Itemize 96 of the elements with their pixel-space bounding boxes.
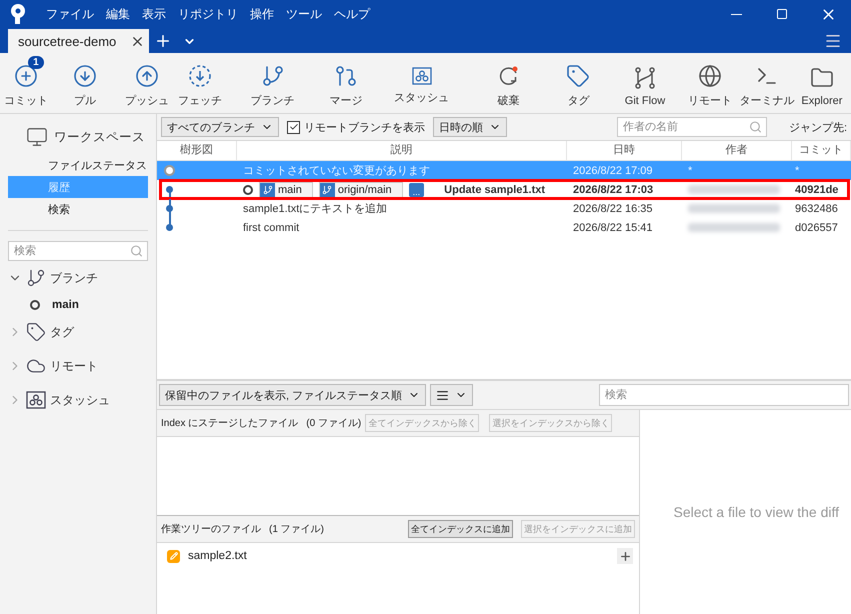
current-branch-icon — [30, 300, 40, 310]
menu-item[interactable]: 編集 — [100, 6, 136, 22]
count-badge: 1 — [28, 56, 44, 69]
app-logo — [8, 3, 28, 25]
file-view-dropdown[interactable]: 保留中のファイルを表示, ファイルステータス順 — [159, 384, 426, 406]
branch-icon — [26, 268, 46, 288]
stage-file-button[interactable] — [617, 548, 633, 564]
branch-label: origin/main — [318, 182, 403, 198]
toolbar-button[interactable]: フェッチ — [174, 56, 226, 110]
git-flow-icon — [632, 66, 657, 90]
plus-circle-icon — [14, 64, 38, 88]
stash-icon — [412, 67, 432, 85]
repo-tab[interactable]: sourcetree-demo — [8, 29, 150, 53]
column-header: 樹形図 — [157, 141, 237, 160]
date-cell-text: 2026/8/22 17:09 — [572, 164, 654, 176]
toolbar-button[interactable]: リモート — [680, 56, 739, 110]
menu-item[interactable]: リポジトリ — [172, 6, 244, 22]
commit-hash: d026557 — [794, 222, 839, 234]
menu-item[interactable]: 操作 — [244, 6, 280, 22]
folder-icon — [810, 66, 834, 90]
dashed-download-icon — [188, 64, 212, 88]
sidebar-item[interactable]: main — [8, 295, 148, 315]
branch-icon — [260, 64, 285, 88]
checkbox[interactable] — [287, 120, 300, 134]
commit-hash: * — [794, 164, 800, 176]
tag-icon — [566, 64, 590, 88]
date-cell-text: 2026/8/22 15:41 — [572, 222, 654, 234]
menu-item[interactable]: ファイル — [40, 6, 100, 22]
toolbar-button[interactable]: タグ — [547, 56, 610, 110]
file-count: (1 ファイル) — [269, 523, 324, 536]
plus-icon — [618, 550, 632, 562]
list-mode-dropdown[interactable] — [430, 384, 474, 406]
jump-label: ジャンプ先: — [788, 120, 847, 134]
toolbar-button[interactable]: 破棄 — [470, 56, 548, 110]
toolbar-button[interactable]: プッシュ — [120, 56, 174, 110]
date-cell-text: 2026/8/22 16:35 — [572, 202, 654, 214]
section-title: 作業ツリーのファイル — [161, 522, 261, 536]
toolbar-button[interactable]: 1 コミット — [2, 56, 50, 110]
file-name[interactable]: sample2.txt — [188, 550, 609, 562]
author-search-field[interactable]: 作者の名前 — [616, 117, 767, 137]
section-title: Index にステージしたファイル — [161, 417, 298, 430]
commit-message: first commit — [243, 222, 300, 234]
column-header: コミット — [792, 141, 851, 160]
sort-order-dropdown[interactable]: 日時の順 — [433, 117, 507, 137]
search-icon — [748, 120, 762, 134]
checkbox-label: リモートブランチを表示 — [304, 120, 425, 134]
toolbar-button[interactable]: Git Flow — [609, 58, 681, 108]
date-cell-text: 2026/8/22 17:03 — [572, 184, 654, 196]
commit-hash: 40921de — [794, 184, 840, 196]
commit-hash: 9632486 — [794, 202, 839, 214]
list-icon — [436, 388, 450, 402]
author-cell: * — [688, 164, 692, 176]
diff-placeholder: Select a file to view the diff — [674, 504, 840, 520]
branch-label: main — [259, 182, 313, 198]
branch-icon — [322, 184, 332, 194]
toolbar-button[interactable]: ターミナル — [738, 56, 795, 110]
menu-icon — [824, 32, 842, 50]
branch-filter-dropdown[interactable]: すべてのブランチ — [161, 117, 279, 137]
sidebar-item[interactable]: ファイルステータス — [8, 154, 148, 176]
commit-message: Update sample1.txt — [444, 184, 546, 196]
search-field[interactable]: 検索 — [8, 241, 148, 261]
column-header: 日時 — [567, 141, 682, 160]
maximize-icon — [776, 8, 788, 20]
file-count: (0 ファイル) — [306, 417, 362, 430]
sidebar-section[interactable]: リモート — [8, 349, 148, 383]
workspace-heading: ワークスペース — [8, 122, 148, 154]
sidebar-section[interactable]: タグ — [8, 315, 148, 349]
sidebar-section[interactable]: スタッシュ — [8, 383, 148, 417]
branch-icon — [262, 184, 272, 194]
menu-item[interactable]: 表示 — [136, 6, 172, 22]
stash-icon — [26, 391, 46, 409]
more-refs-tag: ... — [408, 182, 424, 196]
toolbar-button[interactable]: Explorer — [794, 58, 849, 108]
sidebar-item[interactable]: 検索 — [8, 198, 148, 220]
toolbar-button[interactable]: マージ — [319, 56, 374, 110]
monitor-icon — [26, 126, 48, 148]
file-search-field[interactable]: 検索 — [599, 384, 849, 406]
column-header: 説明 — [237, 141, 567, 160]
merge-icon — [334, 64, 358, 88]
search-icon — [130, 244, 143, 258]
toolbar-button[interactable]: プル — [50, 56, 120, 110]
toolbar-button[interactable]: ブランチ — [226, 56, 320, 110]
check-icon — [288, 122, 298, 132]
menu-item[interactable]: ツール — [280, 6, 328, 22]
commit-row[interactable]: sample1.txtにテキストを追加 2026/8/22 16:35 9632486 — [157, 199, 851, 218]
commit-row[interactable]: first commit 2026/8/22 15:41 d026557 — [157, 218, 851, 237]
head-marker-icon — [243, 184, 253, 194]
tag-icon — [26, 322, 46, 342]
stage-button[interactable]: 全てインデックスに追加 — [408, 520, 513, 538]
commit-message: sample1.txtにテキストを追加 — [243, 202, 388, 216]
sidebar-section[interactable]: ブランチ — [8, 261, 148, 295]
toolbar-button[interactable]: スタッシュ — [373, 59, 470, 107]
column-header: 作者 — [682, 141, 792, 160]
globe-icon — [698, 64, 722, 88]
commit-message: コミットされていない変更があります — [243, 164, 430, 178]
menu-item[interactable]: ヘルプ — [328, 6, 376, 22]
